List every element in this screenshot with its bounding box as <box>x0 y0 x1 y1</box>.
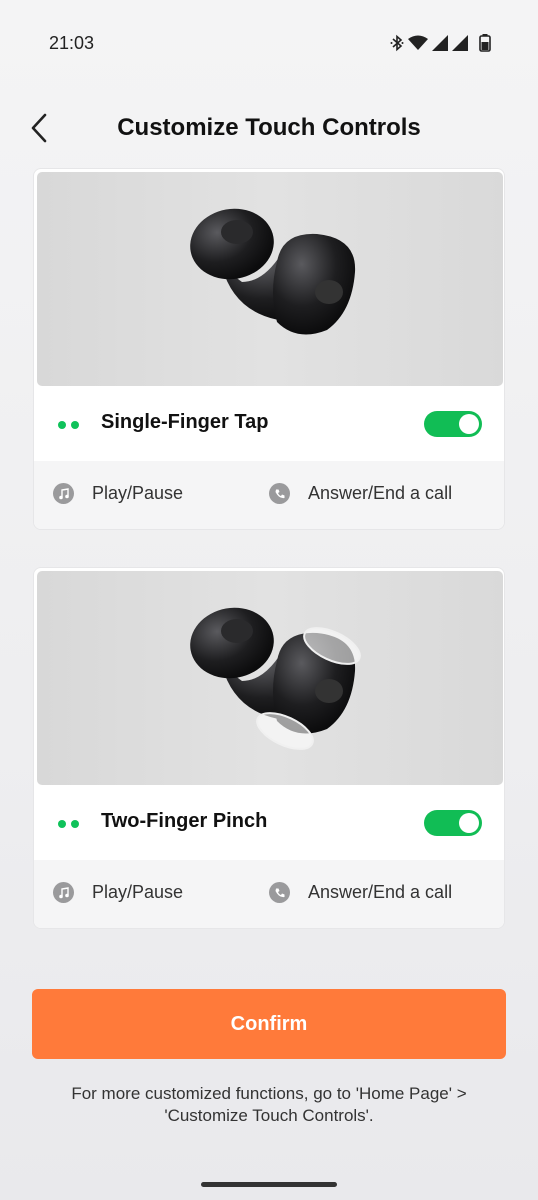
action-play-pause[interactable]: Play/Pause <box>53 882 183 903</box>
toggle-knob <box>459 813 479 833</box>
earbud-image <box>37 571 503 785</box>
page-title: Customize Touch Controls <box>117 114 421 141</box>
phone-icon <box>269 483 290 504</box>
gesture-row: Two-Finger Pinch <box>34 786 504 860</box>
gesture-title: Two-Finger Pinch <box>101 810 268 832</box>
action-answer-end-call[interactable]: Answer/End a call <box>269 882 452 903</box>
earbud-image <box>37 172 503 386</box>
action-answer-end-call[interactable]: Answer/End a call <box>269 483 452 504</box>
bluetooth-icon <box>390 34 404 52</box>
action-play-pause[interactable]: Play/Pause <box>53 483 183 504</box>
actions-row: Play/Pause Answer/End a call <box>34 860 504 928</box>
action-label: Answer/End a call <box>308 483 453 503</box>
status-icons <box>390 34 492 52</box>
battery-icon <box>479 34 491 52</box>
action-label: Play/Pause <box>92 882 184 902</box>
confirm-button[interactable]: Confirm <box>32 989 506 1059</box>
gesture-row: Single-Finger Tap <box>34 387 504 461</box>
gesture-dots-icon <box>58 820 79 828</box>
signal-icon <box>432 35 448 51</box>
wifi-icon <box>408 35 428 50</box>
toggle-knob <box>459 414 479 434</box>
phone-icon <box>269 882 290 903</box>
status-bar: 21:03 <box>0 0 538 90</box>
gesture-toggle[interactable] <box>424 411 482 437</box>
music-note-icon <box>53 882 74 903</box>
actions-row: Play/Pause Answer/End a call <box>34 461 504 529</box>
status-time: 21:03 <box>49 33 95 53</box>
gesture-card-two-finger-pinch: Two-Finger Pinch Play/Pause Answer/End a… <box>33 567 505 929</box>
gesture-card-single-finger-tap: Single-Finger Tap Play/Pause Answer/End … <box>33 168 505 530</box>
header: Customize Touch Controls <box>0 100 538 156</box>
gesture-toggle[interactable] <box>424 810 482 836</box>
music-note-icon <box>53 483 74 504</box>
action-label: Answer/End a call <box>308 882 453 902</box>
gesture-dots-icon <box>58 421 79 429</box>
footer-note: For more customized functions, go to 'Ho… <box>71 1084 467 1125</box>
action-label: Play/Pause <box>92 483 184 503</box>
signal-icon <box>452 35 468 51</box>
home-indicator[interactable] <box>201 1182 337 1187</box>
gesture-title: Single-Finger Tap <box>101 411 269 433</box>
